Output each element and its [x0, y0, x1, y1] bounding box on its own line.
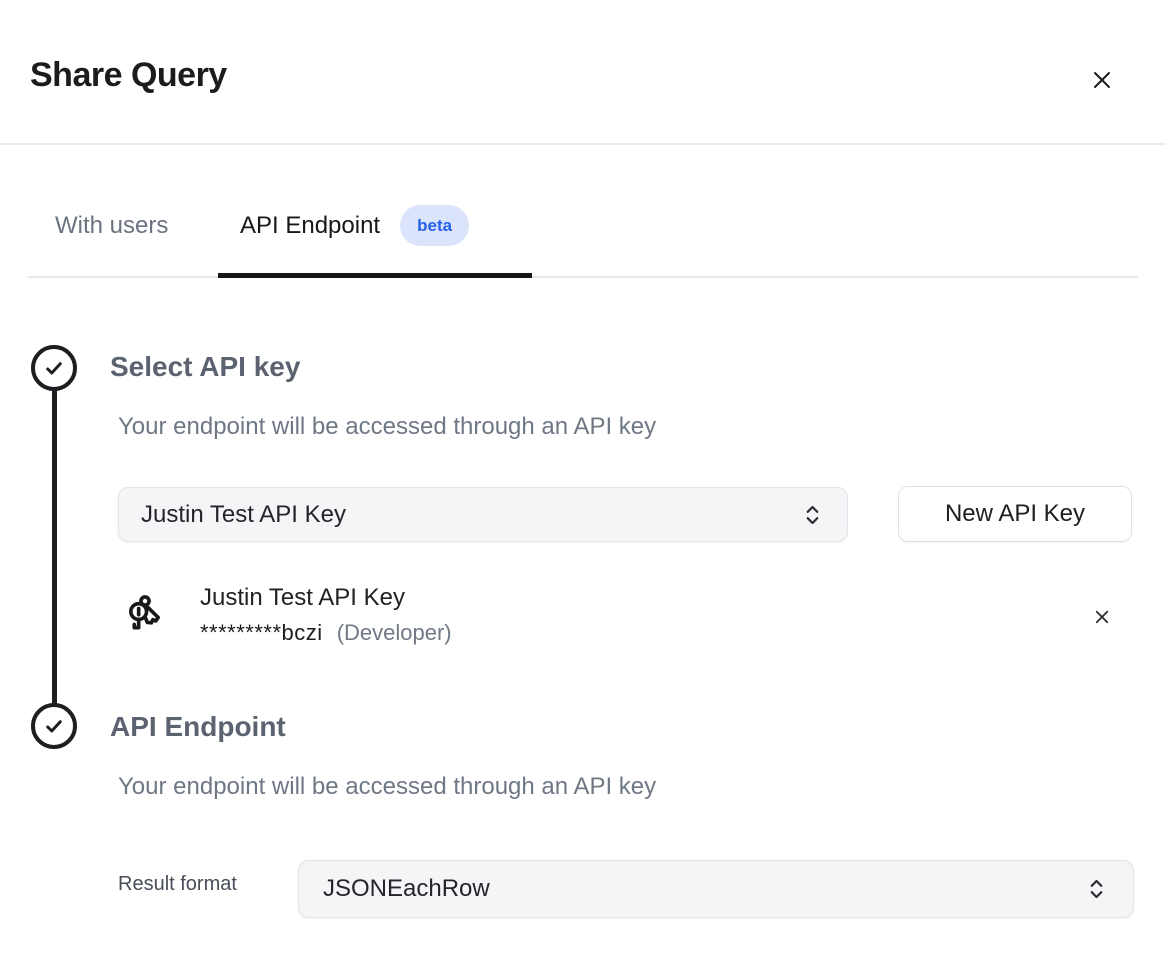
selected-key-role: (Developer) — [337, 620, 452, 646]
active-tab-underline — [218, 273, 532, 278]
close-button[interactable] — [1082, 60, 1122, 100]
result-format-select[interactable]: JSONEachRow — [298, 860, 1134, 918]
page-title: Share Query — [30, 56, 227, 95]
close-icon — [1090, 68, 1114, 92]
api-key-select-value: Justin Test API Key — [141, 501, 346, 529]
result-format-select-value: JSONEachRow — [323, 875, 490, 903]
chevron-up-down-icon — [1088, 877, 1105, 901]
selected-key-masked-secret: *********bczi — [200, 620, 323, 646]
selected-key-name: Justin Test API Key — [200, 584, 405, 612]
tabs-divider — [28, 276, 1138, 278]
new-api-key-button[interactable]: New API Key — [898, 486, 1132, 542]
beta-badge: beta — [400, 205, 469, 246]
header-divider — [0, 143, 1166, 145]
keys-icon — [122, 592, 168, 638]
step-1-description: Your endpoint will be accessed through a… — [118, 413, 656, 441]
step-2-check-circle — [31, 703, 77, 749]
tab-api-endpoint[interactable]: API Endpoint beta — [240, 205, 469, 246]
step-1-check-circle — [31, 345, 77, 391]
step-2-title: API Endpoint — [110, 711, 286, 743]
remove-key-button[interactable] — [1086, 601, 1118, 633]
api-key-select[interactable]: Justin Test API Key — [118, 487, 848, 542]
close-icon — [1093, 608, 1111, 626]
selected-key-details: *********bczi (Developer) — [200, 620, 452, 646]
checkmark-icon — [39, 353, 69, 383]
result-format-label: Result format — [118, 873, 237, 896]
step-2-description: Your endpoint will be accessed through a… — [118, 773, 656, 801]
chevron-up-down-icon — [804, 503, 821, 527]
share-query-modal: Share Query With users API Endpoint beta — [0, 0, 1166, 954]
step-1-title: Select API key — [110, 351, 300, 383]
tab-with-users[interactable]: With users — [55, 212, 168, 240]
tab-api-endpoint-label: API Endpoint — [240, 212, 380, 240]
checkmark-icon — [39, 711, 69, 741]
stepper-rail — [52, 388, 57, 708]
